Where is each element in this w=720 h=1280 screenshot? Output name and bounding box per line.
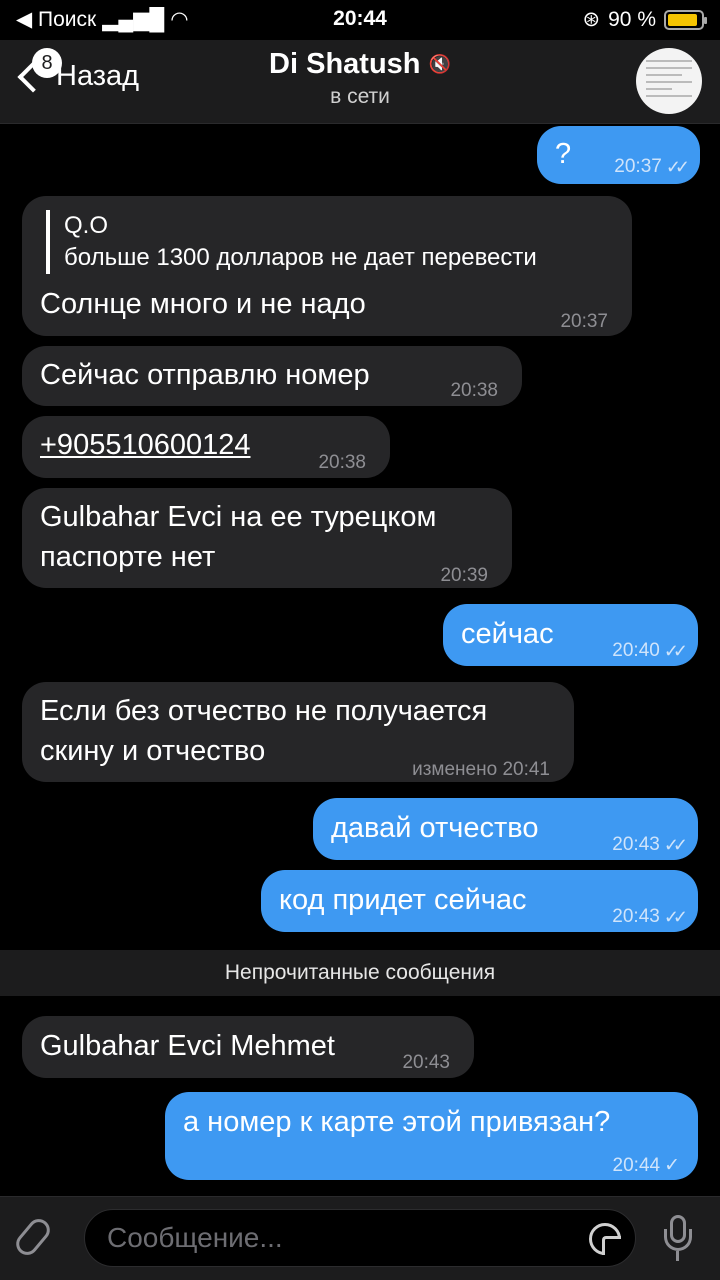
message-text: а номер к карте этой привязан? — [183, 1106, 611, 1138]
battery-icon — [664, 9, 707, 30]
message-text: Gulbahar Evci Mehmet — [40, 1030, 335, 1062]
battery-percent: 90 % — [608, 7, 656, 31]
chat-title: Di Shatush — [269, 48, 421, 80]
paperclip-icon[interactable] — [11, 1214, 55, 1260]
message-time: 20:37 ✓✓ — [614, 147, 690, 187]
message-bubble-outgoing[interactable]: сейчас 20:40 ✓✓ — [443, 604, 698, 666]
message-time: 20:43 ✓✓ — [612, 825, 688, 865]
message-bubble-outgoing[interactable]: а номер к карте этой привязан? 20:44 ✓ — [165, 1092, 698, 1180]
message-time: 20:39 — [440, 565, 488, 586]
message-time: 20:43 — [402, 1052, 450, 1073]
muted-speaker-icon: 🔇 — [428, 54, 451, 74]
message-text: давай отчество — [331, 812, 539, 844]
unread-divider: Непрочитанные сообщения — [0, 950, 720, 996]
message-bubble-outgoing[interactable]: код придет сейчас 20:43 ✓✓ — [261, 870, 698, 932]
orientation-lock-icon: ⊛ — [582, 8, 601, 31]
message-text: ? — [555, 138, 572, 170]
double-check-icon: ✓✓ — [663, 641, 688, 661]
message-time: 20:43 ✓✓ — [612, 897, 688, 937]
message-bubble-incoming[interactable]: Если без отчество не получается скину и … — [22, 682, 574, 782]
message-input-bar: Сообщение... — [0, 1196, 720, 1280]
online-status: в сети — [330, 85, 390, 108]
double-check-icon: ✓✓ — [663, 835, 688, 855]
reply-quote[interactable]: Q.O больше 1300 долларов не дает перевес… — [46, 210, 537, 274]
message-text: скину и отчество — [40, 735, 266, 767]
phone-link[interactable]: +905510600124 — [40, 425, 250, 465]
message-input[interactable]: Сообщение... — [84, 1209, 636, 1267]
message-text: Gulbahar Evci на ее турецком — [40, 501, 437, 533]
message-time: 20:40 ✓✓ — [612, 631, 688, 671]
single-check-icon: ✓ — [664, 1155, 680, 1176]
message-placeholder: Сообщение... — [107, 1222, 283, 1253]
double-check-icon: ✓✓ — [663, 907, 688, 927]
reply-text: больше 1300 долларов не дает перевести — [64, 244, 537, 271]
reply-author: Q.O — [64, 212, 109, 239]
message-time: 20:37 — [560, 311, 608, 332]
message-bubble-incoming[interactable]: Gulbahar Evci на ее турецком паспорте не… — [22, 488, 512, 588]
chat-header: 8 Назад Di Shatush 🔇 в сети — [0, 40, 720, 124]
chat-title-area[interactable]: Di Shatush 🔇 в сети — [0, 48, 720, 109]
message-bubble-incoming[interactable]: Сейчас отправлю номер 20:38 — [22, 346, 522, 406]
message-text: паспорте нет — [40, 541, 216, 573]
status-bar: ◀ Поиск ▂▄▆█ ◠ 20:44 ⊛ 90 % — [0, 0, 720, 40]
message-text: Сейчас отправлю номер — [40, 359, 370, 391]
message-text: сейчас — [461, 618, 554, 650]
message-text: Если без отчество не получается — [40, 695, 488, 727]
message-bubble-outgoing[interactable]: давай отчество 20:43 ✓✓ — [313, 798, 698, 860]
avatar[interactable] — [636, 48, 702, 114]
message-time: 20:38 — [450, 380, 498, 401]
message-bubble-incoming[interactable]: Q.O больше 1300 долларов не дает перевес… — [22, 196, 632, 336]
message-bubble-outgoing[interactable]: ? 20:37 ✓✓ — [537, 126, 700, 184]
microphone-icon[interactable] — [662, 1215, 694, 1263]
sticker-icon[interactable] — [589, 1223, 621, 1255]
message-text: код придет сейчас — [279, 884, 527, 916]
double-check-icon: ✓✓ — [665, 157, 690, 177]
message-bubble-incoming[interactable]: +905510600124 20:38 — [22, 416, 390, 478]
message-text: Солнце много и не надо — [40, 288, 366, 320]
message-time: 20:38 — [318, 452, 366, 473]
message-time: 20:44 ✓ — [613, 1146, 680, 1186]
message-bubble-incoming[interactable]: Gulbahar Evci Mehmet 20:43 — [22, 1016, 474, 1078]
message-time: изменено 20:41 — [412, 759, 550, 780]
